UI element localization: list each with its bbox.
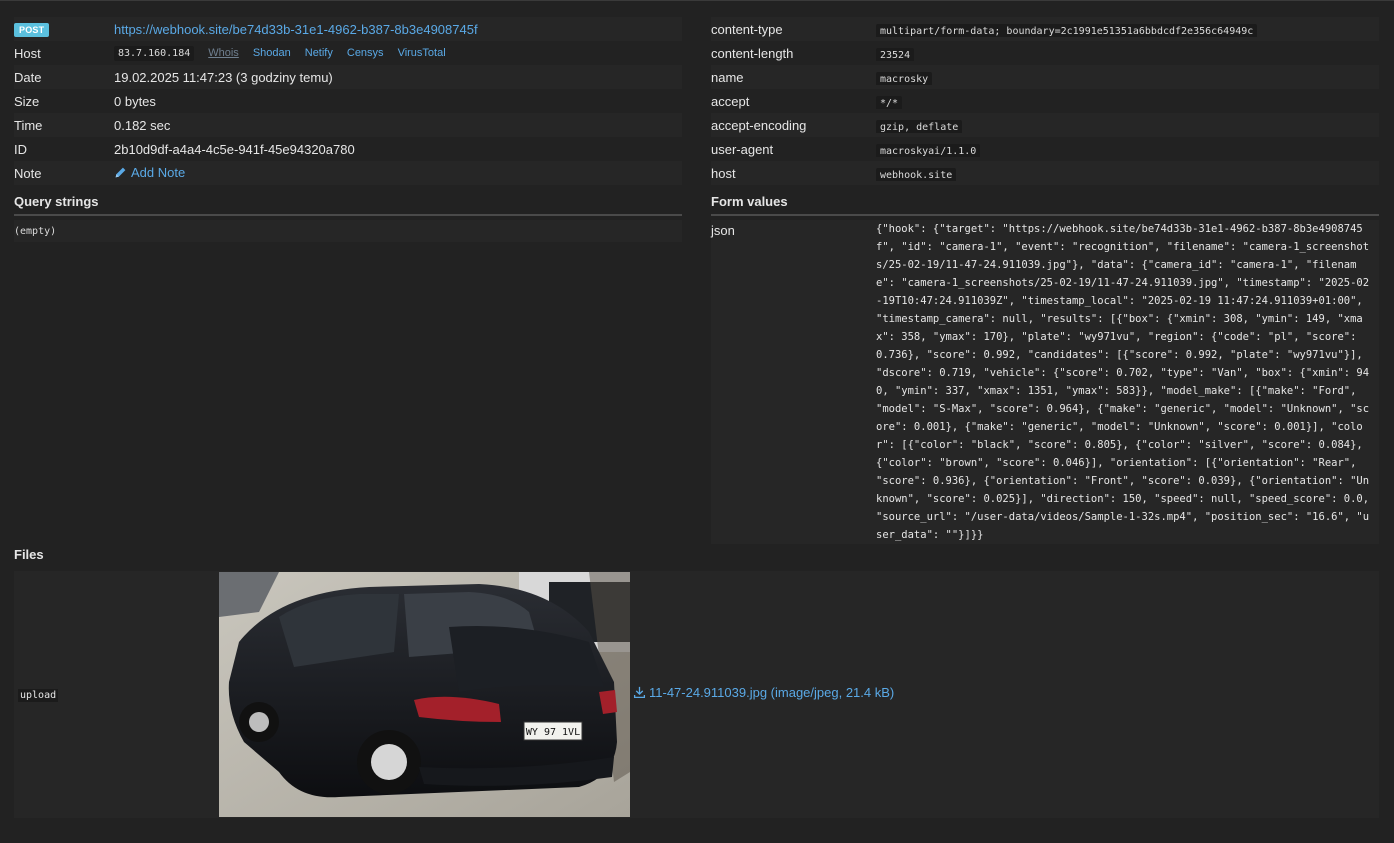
headers-panel: content-type multipart/form-data; bounda…: [711, 17, 1379, 544]
id-row: ID 2b10d9df-a4a4-4c5e-941f-45e94320a780: [14, 137, 682, 161]
file-row: upload WY 97 1VL 11-47-24.911039.jpg (im…: [14, 571, 1379, 818]
header-name: accept: [711, 93, 750, 109]
download-icon: [633, 686, 646, 699]
size-value: 0 bytes: [114, 93, 156, 109]
size-label: Size: [14, 93, 40, 109]
uploaded-image-preview[interactable]: WY 97 1VL: [219, 572, 630, 817]
method-badge: POST: [14, 23, 50, 37]
header-row: user-agent macroskyai/1.1.0: [711, 137, 1379, 161]
censys-link[interactable]: Censys: [347, 47, 384, 59]
whois-link[interactable]: Whois: [208, 47, 239, 59]
header-row: content-length 23524: [711, 41, 1379, 65]
file-download-link[interactable]: 11-47-24.911039.jpg (image/jpeg, 21.4 kB…: [633, 685, 894, 700]
time-value: 0.182 sec: [114, 117, 171, 133]
id-value: 2b10d9df-a4a4-4c5e-941f-45e94320a780: [114, 141, 355, 157]
form-values-title: Form values: [711, 193, 1379, 216]
header-row: accept */*: [711, 89, 1379, 113]
file-key: upload: [18, 689, 59, 702]
header-name: content-length: [711, 45, 794, 61]
header-value: multipart/form-data; boundary=2c1991e513…: [876, 23, 1258, 37]
file-download-label: 11-47-24.911039.jpg (image/jpeg, 21.4 kB…: [649, 685, 895, 700]
size-row: Size 0 bytes: [14, 89, 682, 113]
request-url-link[interactable]: https://webhook.site/be74d33b-31e1-4962-…: [114, 22, 478, 37]
virustotal-link[interactable]: VirusTotal: [398, 47, 446, 59]
car-photo: WY 97 1VL: [219, 572, 630, 817]
header-value: macrosky: [876, 71, 933, 85]
id-label: ID: [14, 141, 27, 157]
query-strings-empty: (empty): [14, 220, 682, 242]
add-note-label: Add Note: [131, 164, 186, 180]
header-value: */*: [876, 95, 903, 109]
time-label: Time: [14, 117, 43, 133]
header-name: host: [711, 165, 736, 181]
license-plate-text: WY 97 1VL: [526, 727, 580, 738]
time-row: Time 0.182 sec: [14, 113, 682, 137]
request-info: POST https://webhook.site/be74d33b-31e1-…: [14, 17, 682, 242]
netify-link[interactable]: Netify: [305, 47, 333, 59]
header-row: name macrosky: [711, 65, 1379, 89]
header-value: gzip, deflate: [876, 119, 963, 133]
url-row: POST https://webhook.site/be74d33b-31e1-…: [14, 17, 682, 41]
request-details: POST https://webhook.site/be74d33b-31e1-…: [0, 1, 1394, 843]
header-row: content-type multipart/form-data; bounda…: [711, 17, 1379, 41]
host-ip: 83.7.160.184: [114, 45, 195, 61]
form-value-key: json: [711, 223, 735, 238]
header-name: accept-encoding: [711, 117, 807, 133]
note-label: Note: [14, 165, 42, 181]
host-row: Host 83.7.160.184 Whois Shodan Netify Ce…: [14, 41, 682, 65]
header-name: content-type: [711, 21, 783, 37]
date-row: Date 19.02.2025 11:47:23 (3 godziny temu…: [14, 65, 682, 89]
note-row: Note Add Note: [14, 161, 682, 185]
header-name: user-agent: [711, 141, 774, 157]
form-value-row: json {"hook": {"target": "https://webhoo…: [711, 220, 1379, 544]
header-value: macroskyai/1.1.0: [876, 143, 981, 157]
header-name: name: [711, 69, 744, 85]
header-row: host webhook.site: [711, 161, 1379, 185]
date-label: Date: [14, 69, 42, 85]
files-title: Files: [14, 547, 44, 562]
header-row: accept-encoding gzip, deflate: [711, 113, 1379, 137]
add-note-link[interactable]: Add Note: [114, 165, 185, 180]
date-value: 19.02.2025 11:47:23 (3 godziny temu): [114, 69, 333, 85]
host-label: Host: [14, 45, 41, 61]
header-value: webhook.site: [876, 167, 957, 181]
form-value-json: {"hook": {"target": "https://webhook.sit…: [876, 223, 1376, 541]
header-value: 23524: [876, 47, 915, 61]
shodan-link[interactable]: Shodan: [253, 47, 291, 59]
pencil-icon: [115, 167, 126, 177]
query-strings-title: Query strings: [14, 193, 682, 216]
